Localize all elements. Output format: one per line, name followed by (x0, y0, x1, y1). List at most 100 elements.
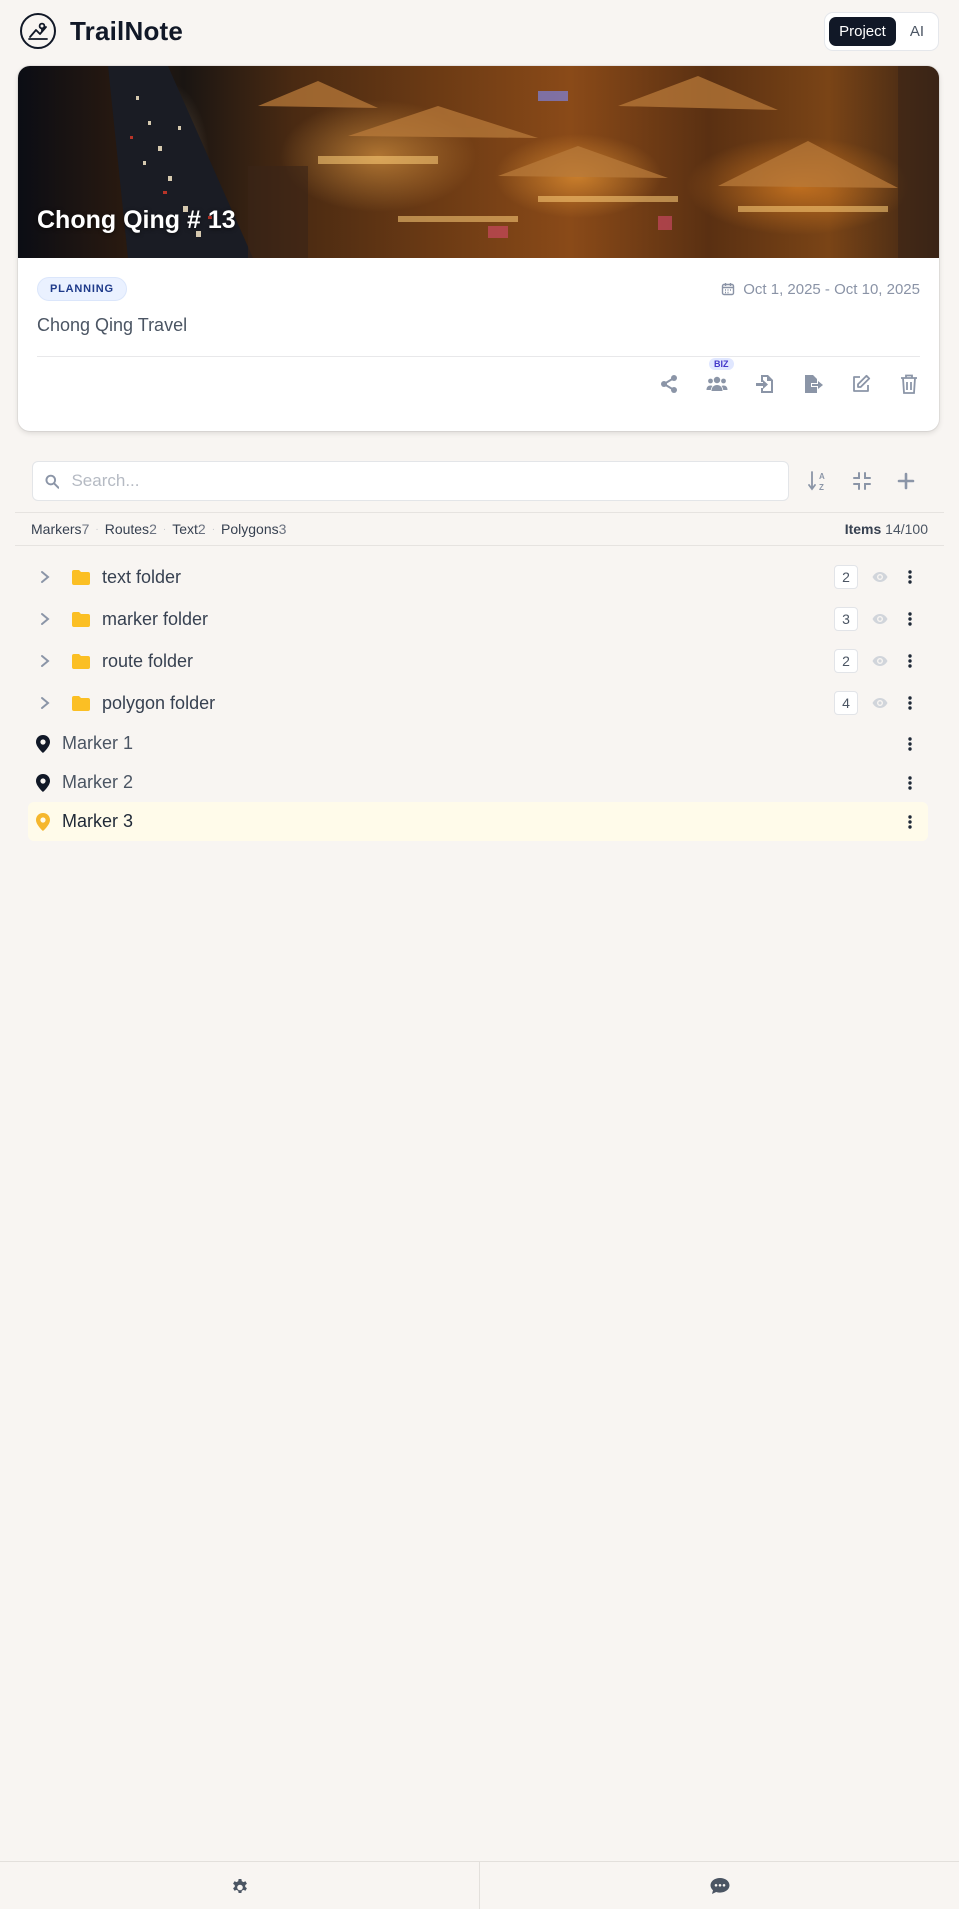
kebab-icon (908, 696, 912, 710)
marker-row[interactable]: Marker 2 (28, 763, 928, 802)
visibility-toggle[interactable] (872, 571, 888, 583)
marker-name: Marker 1 (62, 733, 134, 753)
delete-button[interactable] (898, 371, 920, 397)
divider (37, 356, 920, 357)
folder-name: text folder (102, 566, 182, 587)
stats-bar: Markers7 · Routes2 · Text2 · Polygons3 I… (15, 512, 944, 546)
collaborators-button[interactable]: BIZ (706, 358, 734, 397)
stat-polygons[interactable]: Polygons3 (221, 521, 286, 537)
map-marker-icon (36, 773, 50, 792)
stat-markers[interactable]: Markers7 (31, 521, 89, 537)
folder-row[interactable]: route folder 2 (28, 640, 928, 682)
gear-icon (232, 1878, 247, 1893)
project-description: Chong Qing Travel (37, 315, 188, 335)
calendar-icon (722, 283, 735, 296)
search-icon (45, 474, 60, 489)
kebab-icon (908, 612, 912, 626)
more-options-button[interactable] (902, 814, 918, 829)
share-button[interactable] (658, 371, 680, 397)
layer-tree: text folder 2 marker folder 3 route fold… (28, 556, 928, 841)
project-details: PLANNING Oct 1, 2025 - Oct 10, 2025 Chon… (18, 277, 939, 397)
folder-icon (72, 695, 90, 711)
folder-row[interactable]: polygon folder 4 (28, 682, 928, 724)
folder-name: marker folder (102, 608, 209, 629)
date-range-text: Oct 1, 2025 - Oct 10, 2025 (743, 280, 920, 298)
separator: · (211, 523, 216, 535)
separator: · (162, 523, 167, 535)
project-actions: BIZ (37, 358, 920, 397)
visibility-toggle[interactable] (872, 613, 888, 625)
chevron-right-icon[interactable] (40, 696, 54, 710)
status-badge: PLANNING (37, 277, 127, 301)
search-input[interactable] (71, 471, 776, 491)
import-button[interactable] (754, 371, 776, 397)
visibility-toggle[interactable] (872, 697, 888, 709)
marker-controls (902, 736, 928, 751)
marker-row[interactable]: Marker 1 (28, 724, 928, 763)
tab-ai[interactable]: AI (900, 17, 934, 46)
folder-controls: 4 (834, 691, 928, 715)
plus-icon (897, 472, 915, 490)
app-header: TrailNote Project AI (0, 0, 959, 62)
type-counts: Markers7 · Routes2 · Text2 · Polygons3 (31, 521, 286, 537)
folder-controls: 3 (834, 607, 928, 631)
folder-name: route folder (102, 650, 194, 671)
chevron-right-icon[interactable] (40, 570, 54, 584)
edit-button[interactable] (850, 371, 872, 397)
app-name: TrailNote (70, 15, 184, 46)
eye-icon (872, 572, 888, 582)
more-options-button[interactable] (902, 736, 918, 751)
marker-controls (902, 775, 928, 790)
project-meta: PLANNING Oct 1, 2025 - Oct 10, 2025 (37, 277, 920, 301)
share-icon (661, 375, 677, 393)
collapse-all-button[interactable] (851, 470, 873, 492)
export-button[interactable] (802, 371, 824, 397)
items-count: Items 14/100 (844, 521, 928, 537)
chevron-right-icon[interactable] (40, 612, 54, 626)
chat-icon (710, 1877, 729, 1894)
date-range: Oct 1, 2025 - Oct 10, 2025 (721, 281, 920, 298)
search-toolbar: A Z (32, 461, 932, 501)
more-options-button[interactable] (902, 654, 918, 668)
item-count-badge: 2 (834, 649, 858, 673)
folder-controls: 2 (834, 565, 928, 589)
add-item-button[interactable] (895, 470, 917, 492)
marker-controls (902, 814, 928, 829)
item-count-badge: 2 (834, 565, 858, 589)
marker-row-selected[interactable]: Marker 3 (28, 802, 928, 841)
chevron-right-icon[interactable] (40, 654, 54, 668)
tab-project[interactable]: Project (829, 16, 896, 46)
trash-icon (901, 374, 917, 394)
settings-button[interactable] (0, 1862, 479, 1909)
brand[interactable]: TrailNote (20, 13, 183, 49)
folder-icon (72, 611, 90, 627)
separator: · (95, 523, 99, 535)
more-options-button[interactable] (902, 570, 918, 584)
sort-alpha-icon: A Z (808, 471, 825, 492)
sort-button[interactable]: A Z (807, 470, 829, 492)
more-options-button[interactable] (902, 696, 918, 710)
stat-routes[interactable]: Routes2 (105, 521, 157, 537)
kebab-icon (908, 814, 912, 829)
visibility-toggle[interactable] (872, 655, 888, 667)
project-title: Chong Qing # 13 (37, 206, 236, 234)
biz-badge: BIZ (709, 358, 734, 370)
compress-icon (853, 472, 871, 490)
kebab-icon (908, 654, 912, 668)
list-tools: A Z (807, 470, 917, 492)
chat-button[interactable] (479, 1862, 959, 1909)
folder-icon (72, 653, 90, 669)
folder-controls: 2 (834, 649, 928, 673)
folder-row[interactable]: text folder 2 (28, 556, 928, 598)
more-options-button[interactable] (902, 612, 918, 626)
folder-row[interactable]: marker folder 3 (28, 598, 928, 640)
stat-text[interactable]: Text2 (172, 521, 205, 537)
project-cover-image: Chong Qing # 13 (18, 66, 939, 258)
import-icon (756, 375, 773, 393)
more-options-button[interactable] (902, 775, 918, 790)
project-card: Chong Qing # 13 PLANNING Oct 1, 2025 - O… (18, 66, 939, 431)
item-count-badge: 4 (834, 691, 858, 715)
marker-name: Marker 2 (62, 772, 134, 792)
kebab-icon (908, 570, 912, 584)
search-field[interactable] (32, 461, 789, 501)
